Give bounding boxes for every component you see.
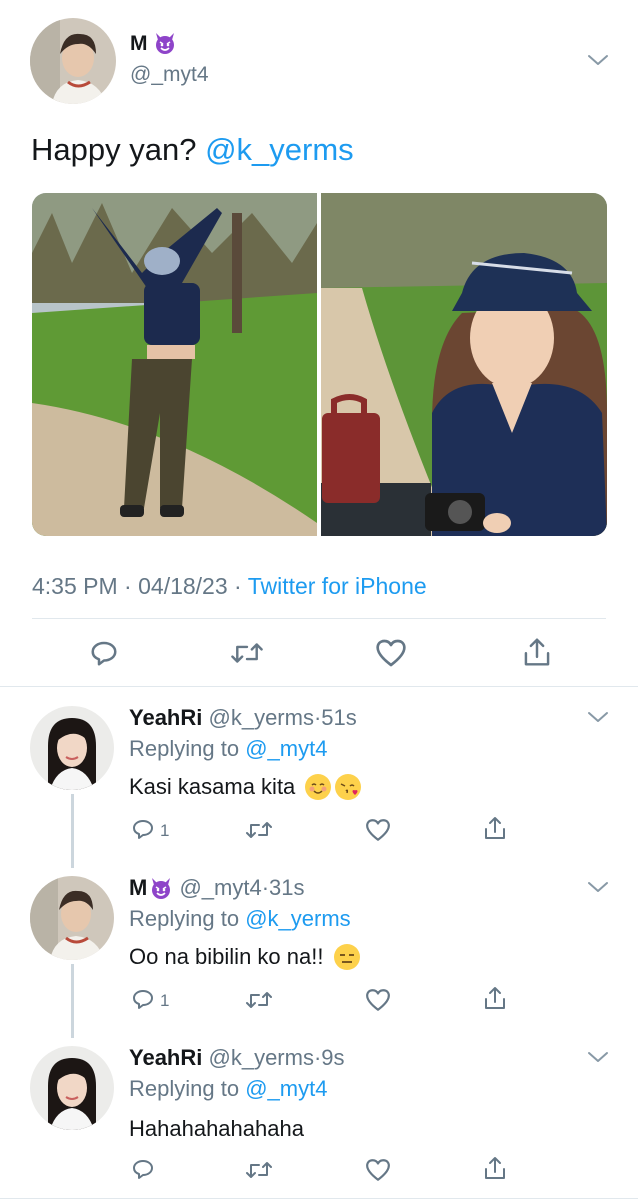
chevron-down-icon[interactable]: [587, 710, 609, 724]
retweet-icon[interactable]: [230, 638, 264, 668]
reply-time: 9s: [321, 1045, 345, 1070]
like-icon[interactable]: [375, 638, 407, 668]
replying-to-link[interactable]: @k_yerms: [245, 906, 350, 931]
reply-author-handle[interactable]: @_myt4: [179, 875, 261, 900]
reply-author-name[interactable]: YeahRi: [129, 705, 202, 730]
avatar[interactable]: [30, 876, 114, 960]
share-icon[interactable]: [483, 1155, 507, 1181]
chevron-down-icon[interactable]: [587, 880, 609, 894]
share-icon[interactable]: [522, 636, 552, 668]
replying-to: Replying to @_myt4: [129, 1076, 328, 1101]
photo-left: [32, 193, 317, 536]
reply-author-handle[interactable]: @k_yerms: [209, 705, 314, 730]
share-icon[interactable]: [483, 985, 507, 1011]
reply-icon[interactable]: [89, 638, 119, 668]
retweet-icon[interactable]: [245, 818, 273, 842]
author-name-row: M: [130, 31, 177, 62]
chevron-down-icon[interactable]: [587, 53, 609, 67]
reply-header: YeahRi @k_yerms·9s: [129, 1045, 345, 1070]
devil-emoji: [149, 876, 173, 907]
like-icon[interactable]: [365, 818, 391, 842]
mention-link[interactable]: @k_yerms: [205, 132, 354, 167]
divider: [32, 618, 606, 619]
author-handle[interactable]: @_myt4: [130, 63, 209, 87]
like-icon[interactable]: [365, 1158, 391, 1182]
devil-emoji: [153, 31, 177, 62]
tweet-text: Happy yan? @k_yerms: [31, 132, 354, 167]
replying-to-link[interactable]: @_myt4: [245, 1076, 327, 1101]
reply-header: YeahRi @k_yerms·51s: [129, 705, 357, 730]
avatar[interactable]: [30, 18, 116, 104]
reply-icon[interactable]: [131, 1157, 155, 1181]
tweet-media[interactable]: [32, 193, 607, 536]
expressionless-emoji: [333, 944, 360, 970]
replying-to: Replying to @_myt4: [129, 736, 328, 761]
author-name: M: [130, 32, 148, 55]
reply-header: M @_myt4·31s: [129, 874, 305, 907]
thread-line: [71, 794, 74, 868]
replying-to: Replying to @k_yerms: [129, 906, 351, 931]
divider: [0, 1198, 638, 1199]
reply-count: 1: [160, 821, 170, 840]
tweet-source-link[interactable]: Twitter for iPhone: [248, 573, 427, 599]
divider: [0, 686, 638, 687]
chevron-down-icon[interactable]: [587, 1050, 609, 1064]
photo-right: [321, 193, 607, 536]
retweet-icon[interactable]: [245, 988, 273, 1012]
reply-text: Oo na bibilin ko na!!: [129, 943, 360, 971]
reply-text: Kasi kasama kita: [129, 773, 362, 801]
like-icon[interactable]: [365, 988, 391, 1012]
reply-icon[interactable]: [131, 817, 155, 841]
blush-emoji: [305, 774, 332, 800]
reply-time: 51s: [321, 705, 357, 730]
reply-time: 31s: [269, 875, 305, 900]
replying-to-link[interactable]: @_myt4: [245, 736, 327, 761]
tweet-time: 4:35 PM: [32, 573, 118, 599]
share-icon[interactable]: [483, 815, 507, 841]
avatar[interactable]: [30, 706, 114, 790]
reply-icon[interactable]: [131, 987, 155, 1011]
reply-author-name[interactable]: YeahRi: [129, 1045, 202, 1070]
reply-author-name[interactable]: M: [129, 875, 147, 900]
tweet-meta: 4:35 PM · 04/18/23 · Twitter for iPhone: [32, 573, 427, 599]
kiss-emoji: [335, 774, 362, 800]
avatar[interactable]: [30, 1046, 114, 1130]
retweet-icon[interactable]: [245, 1158, 273, 1182]
reply-author-handle[interactable]: @k_yerms: [209, 1045, 314, 1070]
reply-text: Hahahahahahaha: [129, 1116, 304, 1141]
tweet-date: 04/18/23: [138, 573, 228, 599]
thread-line: [71, 964, 74, 1038]
reply-count: 1: [160, 991, 170, 1010]
